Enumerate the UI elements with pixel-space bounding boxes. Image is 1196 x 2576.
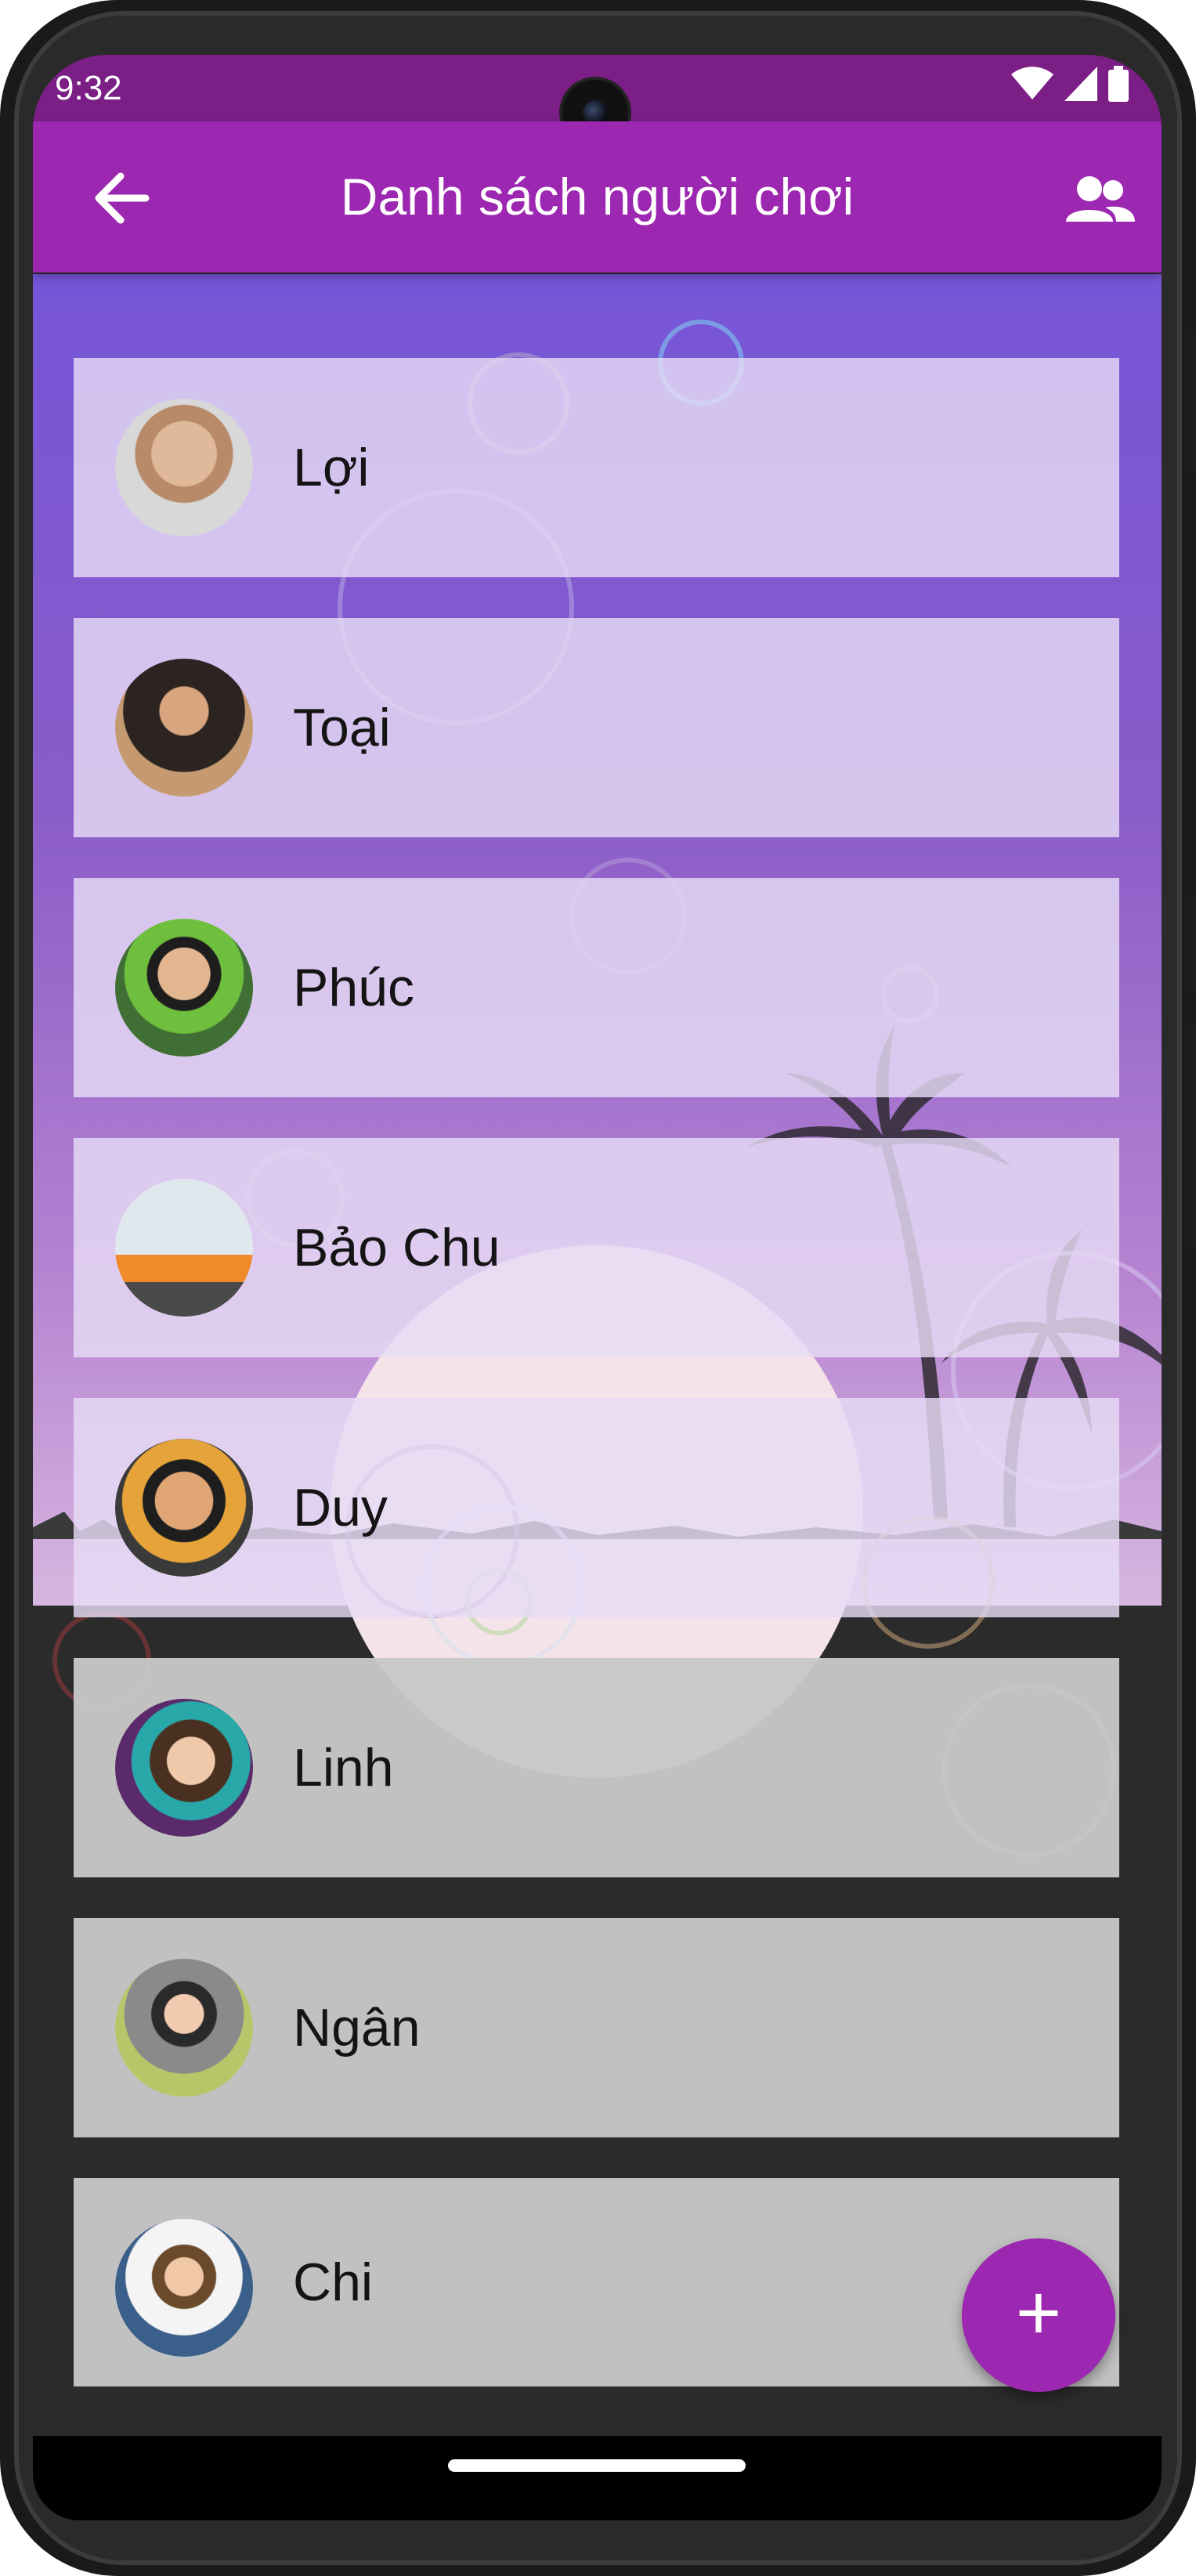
navigation-bar: [33, 2436, 1162, 2520]
player-card[interactable]: Duy: [74, 1398, 1119, 1617]
app-bar: Danh sách người chơi: [33, 121, 1162, 273]
player-avatar: [115, 1439, 253, 1577]
players-button[interactable]: [1057, 159, 1143, 237]
people-icon: [1066, 176, 1135, 222]
wifi-icon: [1011, 67, 1053, 99]
status-icons: [1011, 66, 1129, 102]
player-name: Bảo Chu: [293, 1218, 500, 1277]
player-card[interactable]: Bảo Chu: [74, 1138, 1119, 1357]
player-card[interactable]: Phúc: [74, 878, 1119, 1097]
player-name: Linh: [293, 1738, 394, 1797]
player-card[interactable]: Lợi: [74, 358, 1119, 577]
player-name: Chi: [293, 2253, 374, 2312]
power-button: [1184, 329, 1195, 478]
arrow-back-icon: [95, 172, 150, 224]
player-avatar: [115, 1179, 253, 1317]
player-avatar: [115, 399, 253, 537]
player-name: Lợi: [293, 438, 370, 497]
volume-up-button: [1184, 893, 1195, 995]
player-name: Ngân: [293, 1998, 421, 2058]
player-avatar: [115, 1699, 253, 1837]
player-card[interactable]: Toại: [74, 618, 1119, 837]
player-name: Toại: [293, 698, 391, 757]
player-card[interactable]: Ngân: [74, 1918, 1119, 2137]
home-gesture-handle[interactable]: [448, 2459, 746, 2472]
status-bar: 9:32: [33, 55, 1162, 146]
status-time: 9:32: [55, 69, 122, 107]
phone-frame: 9:32 Danh sách người chơi Lợi Toại Phúc …: [0, 0, 1196, 2576]
player-avatar: [115, 659, 253, 797]
player-name: Duy: [293, 1478, 388, 1537]
player-avatar: [115, 919, 253, 1057]
battery-icon: [1108, 66, 1129, 102]
app-screen: 9:32 Danh sách người chơi Lợi Toại Phúc …: [33, 55, 1162, 2520]
player-card[interactable]: Linh: [74, 1658, 1119, 1877]
player-avatar: [115, 2219, 253, 2357]
signal-icon: [1064, 67, 1097, 101]
back-button[interactable]: [81, 159, 160, 237]
add-player-button[interactable]: +: [962, 2238, 1115, 2392]
plus-icon: +: [1015, 2269, 1062, 2357]
player-card[interactable]: Chi: [74, 2178, 1119, 2386]
player-name: Phúc: [293, 958, 414, 1017]
player-avatar: [115, 1959, 253, 2097]
page-title: Danh sách người chơi: [340, 168, 855, 226]
volume-down-button: [1184, 1018, 1195, 1253]
